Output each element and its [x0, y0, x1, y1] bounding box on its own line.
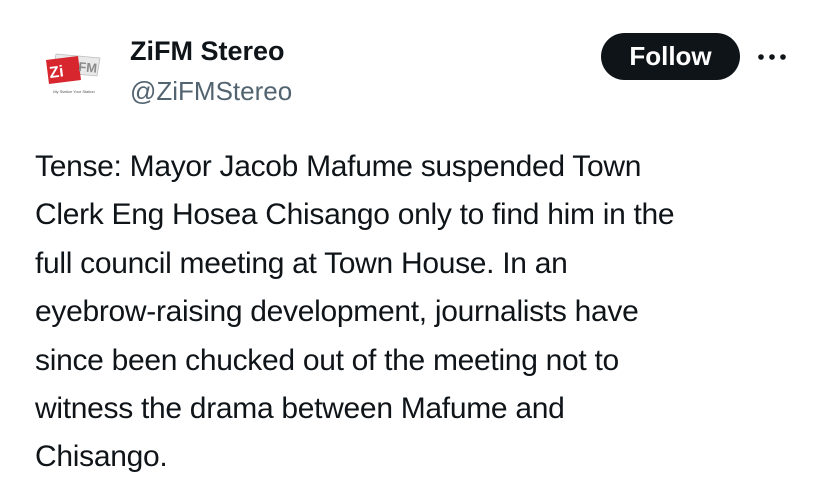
tweet-text: Tense: Mayor Jacob Mafume suspended Town… [35, 150, 675, 474]
follow-button[interactable]: Follow [601, 33, 740, 80]
svg-text:FM: FM [78, 59, 98, 76]
svg-text:My Station Your Station: My Station Your Station [53, 89, 95, 94]
zifm-logo: Zi FM My Station Your Station [46, 53, 101, 94]
account-display-name[interactable]: ZiFM Stereo [130, 34, 285, 68]
svg-text:Zi: Zi [48, 63, 64, 82]
account-handle[interactable]: @ZiFMStereo [130, 74, 292, 108]
more-horizontal-icon [758, 54, 786, 60]
more-options-button[interactable] [752, 40, 792, 74]
avatar[interactable]: Zi FM My Station Your Station [34, 38, 114, 118]
